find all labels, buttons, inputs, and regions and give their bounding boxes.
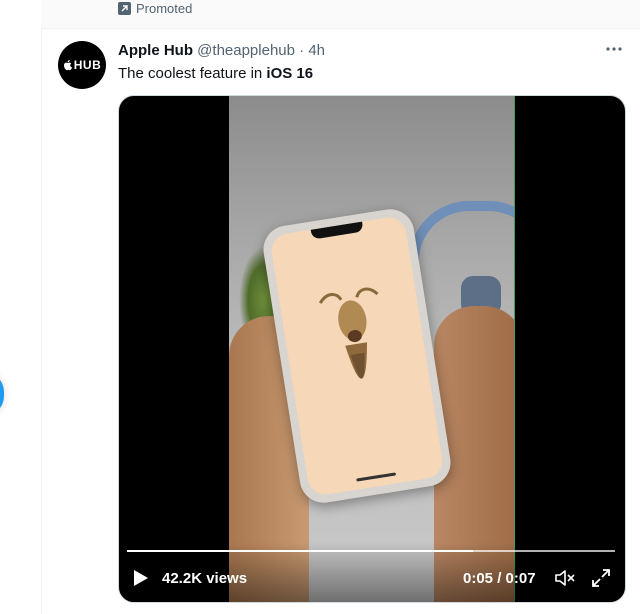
author-name[interactable]: Apple Hub [118,42,193,59]
volume-muted-icon [555,570,575,586]
tweet[interactable]: HUB Apple Hub @theapplehub · 4h The cool… [41,29,640,614]
author-handle[interactable]: @theapplehub [197,42,295,59]
tweet-text-bold: iOS 16 [266,65,314,82]
phone-home-bar [356,472,397,482]
volume-button[interactable] [553,566,577,590]
tweet-text: The coolest feature in iOS 16 [118,64,313,84]
progress-fill [127,550,474,552]
play-button[interactable] [131,568,151,588]
avatar[interactable]: HUB [58,41,106,89]
progress-bar[interactable] [127,550,615,552]
compose-button[interactable] [0,372,4,416]
promoted-arrow-icon [118,1,131,15]
avatar-text: HUB [73,58,102,72]
tweet-text-prefix: The coolest feature in [118,65,267,82]
promoted-label: Promoted [136,0,193,16]
video-frame [229,96,515,602]
video-player[interactable]: 42.2K views 0:05 / 0:07 [118,95,626,603]
promoted-indicator: Promoted [118,0,192,16]
timeline-page: Promoted HUB Apple Hub @theapplehub · 4h… [0,0,640,614]
tweet-header: Apple Hub @theapplehub · 4h [118,41,325,61]
more-options-button[interactable] [603,39,625,59]
phone-notch [310,221,364,240]
apple-logo-icon [63,60,72,71]
more-dots-icon [606,47,622,51]
fullscreen-icon [592,569,610,587]
video-controls: 42.2K views 0:05 / 0:07 [119,542,625,602]
header-separator: · [299,42,305,59]
video-timecode: 0:05 / 0:07 [463,570,536,587]
phone-screen [269,214,445,498]
left-column [0,0,42,614]
view-count: 42.2K views [162,570,248,587]
fullscreen-button[interactable] [589,566,613,590]
tweet-time[interactable]: 4h [308,42,325,59]
play-icon [134,570,148,586]
goat-image [312,279,401,418]
frame-edge [514,96,515,602]
promoted-row: Promoted [41,0,640,29]
